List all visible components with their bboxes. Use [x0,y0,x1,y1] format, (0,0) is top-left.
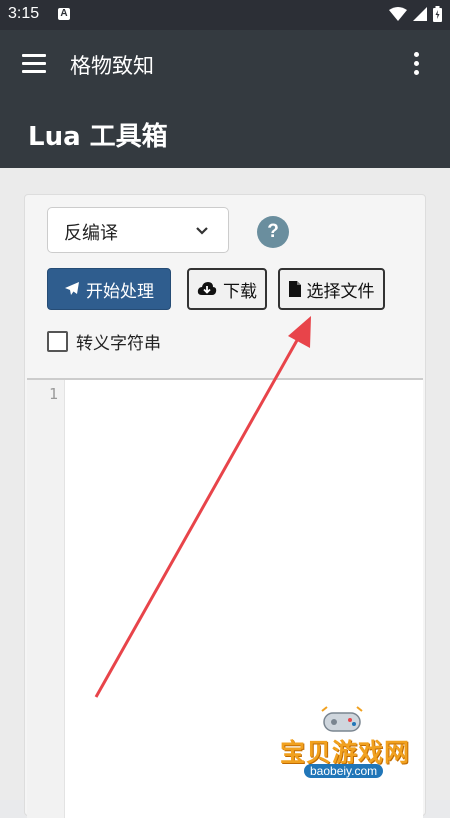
choose-file-button[interactable]: 选择文件 [278,268,385,310]
start-processing-label: 开始处理 [86,281,154,302]
escape-string-option[interactable]: 转义字符串 [47,329,161,354]
page-header: Lua 工具箱 [0,100,450,168]
status-icons [389,6,442,22]
app-bar: 格物致知 [0,30,450,100]
notification-icon: A [58,8,70,20]
mode-select[interactable]: 反编译 [47,207,229,253]
line-number-gutter: 1 [27,380,65,818]
choose-file-label: 选择文件 [306,281,375,302]
mode-select-value: 反编译 [64,223,118,244]
signal-icon [413,7,427,21]
battery-icon [433,6,442,22]
watermark-logo: 宝贝游戏网 baobeiy.com [270,705,420,795]
help-icon[interactable]: ? [257,216,289,248]
download-button[interactable]: 下载 [187,268,267,310]
more-vert-icon[interactable] [414,52,420,79]
cloud-download-icon [197,282,217,295]
escape-string-checkbox[interactable] [47,331,68,352]
gamepad-icon [321,706,363,732]
wifi-icon [389,7,407,21]
start-processing-button[interactable]: 开始处理 [47,268,171,310]
watermark-url: baobeiy.com [304,764,384,778]
page-title: Lua 工具箱 [28,122,168,152]
chevron-down-icon [196,227,208,235]
file-icon [288,281,301,297]
line-number: 1 [48,385,58,403]
status-time: 3:15 [8,5,40,22]
status-bar: 3:15 A [0,0,450,30]
escape-string-label: 转义字符串 [76,334,161,354]
paper-plane-icon [65,282,79,295]
download-label: 下载 [223,281,257,302]
app-title: 格物致知 [70,54,154,78]
menu-icon[interactable] [22,54,46,74]
